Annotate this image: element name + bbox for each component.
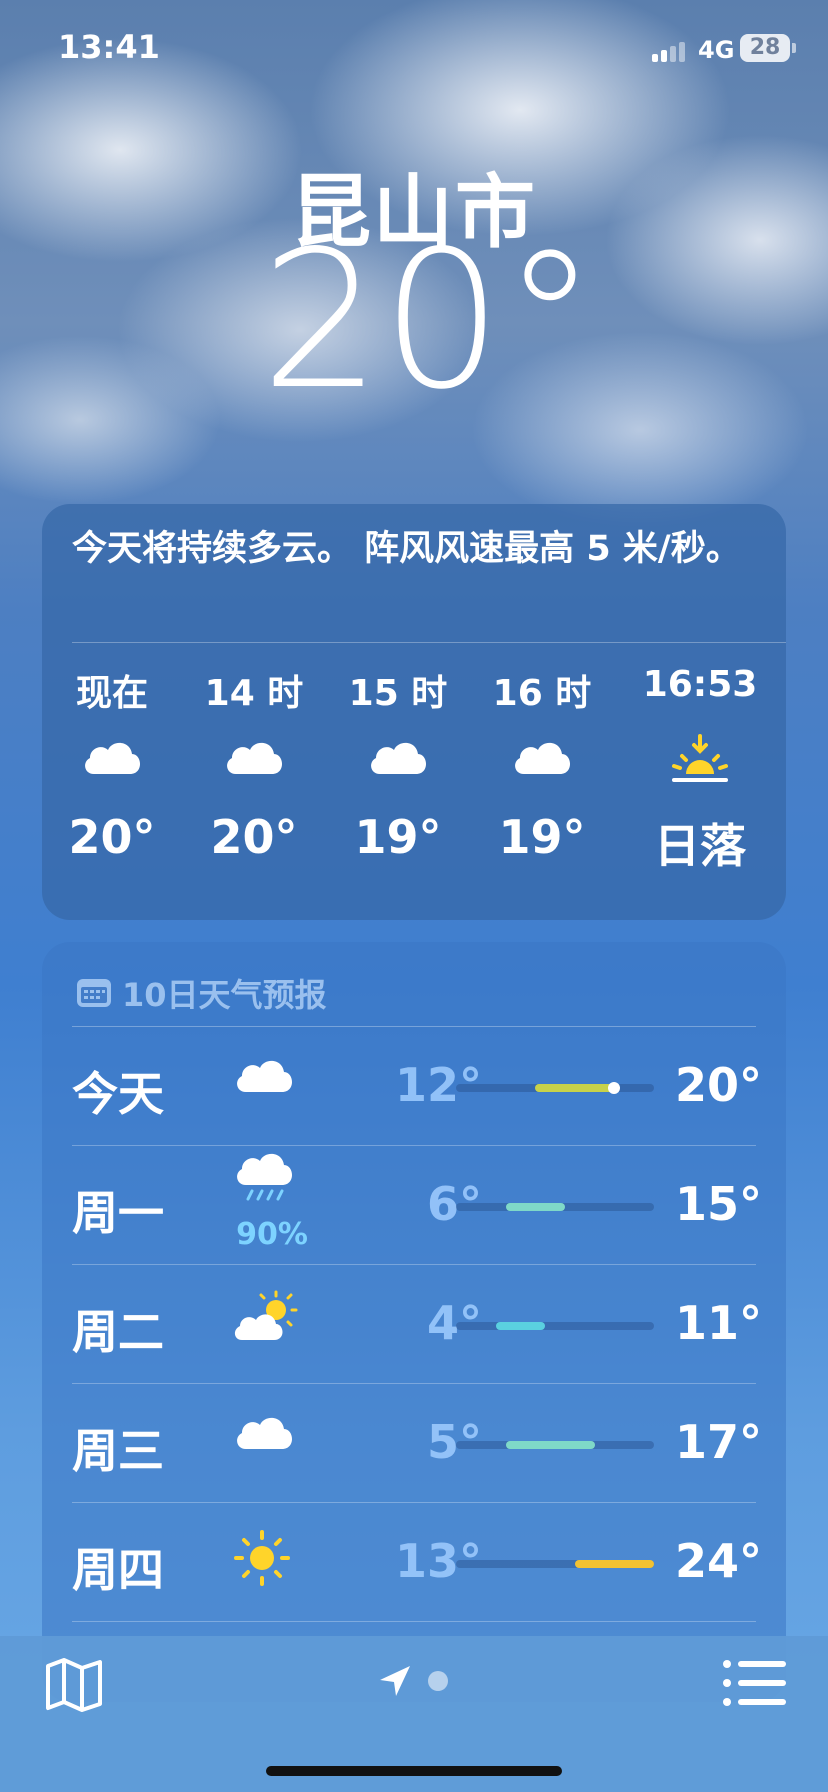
current-temperature: 20°: [260, 210, 598, 431]
cloud-icon: [328, 734, 468, 798]
cloud-icon: [42, 734, 182, 798]
precipitation-chance: 90%: [236, 1217, 308, 1252]
ten-day-forecast-card[interactable]: 10日天气预报 今天 12° 20° 周一 90% 6° 15° 周二 4° 11° 周三 5° 17°…: [42, 942, 786, 1702]
high-temperature: 15°: [674, 1177, 762, 1231]
network-type: 4G: [698, 36, 735, 64]
temperature-range-fill: [574, 1560, 654, 1568]
cellular-signal-icon: [652, 40, 690, 62]
temperature-range-fill: [505, 1203, 565, 1211]
day-name: 周一: [72, 1186, 164, 1240]
day-row[interactable]: 周一 90% 6° 15°: [42, 1147, 786, 1265]
current-temp-dot: [608, 1082, 621, 1094]
hour-label: 现在: [75, 673, 148, 714]
hour-label: 16:53: [642, 664, 758, 705]
sunset-icon: [630, 734, 770, 798]
card-divider: [72, 1026, 756, 1027]
temperature-range-fill: [505, 1441, 595, 1449]
temperature-range-bar: [456, 1560, 654, 1568]
battery-icon: 28: [740, 34, 790, 62]
status-bar: 13:41 4G 28: [0, 0, 828, 100]
hourly-item: 现在 20°: [42, 664, 182, 864]
cloud-icon: [232, 1052, 312, 1122]
hour-label: 14 时: [204, 673, 304, 714]
hour-temperature: 20°: [210, 810, 298, 864]
hour-temperature: 19°: [354, 810, 442, 864]
hourly-item: 15 时 19°: [328, 664, 468, 864]
temperature-range-bar: [456, 1082, 654, 1094]
hour-temperature: 19°: [498, 810, 586, 864]
day-name: 周四: [72, 1543, 164, 1597]
weather-summary: 今天将持续多云。 阵风风速最高 5 米/秒。: [72, 529, 741, 569]
sun-icon: [232, 1528, 312, 1598]
hourly-item: 16:53 日落: [630, 664, 770, 876]
temperature-range-fill: [535, 1084, 615, 1092]
rain-icon: [232, 1153, 312, 1223]
hour-temperature: 20°: [68, 810, 156, 864]
row-divider: [72, 1502, 756, 1503]
high-temperature: 17°: [674, 1415, 762, 1469]
hour-label: 16 时: [492, 673, 592, 714]
hour-temperature: 日落: [654, 819, 746, 873]
day-row[interactable]: 周四 13° 24°: [42, 1504, 786, 1622]
temperature-range-bar: [456, 1322, 654, 1330]
list-icon[interactable]: [722, 1658, 788, 1708]
row-divider: [72, 1621, 756, 1622]
ten-day-title: 10日天气预报: [122, 976, 327, 1014]
day-name: 今天: [72, 1067, 164, 1121]
temperature-range-fill: [495, 1322, 546, 1330]
temperature-range-bar: [456, 1441, 654, 1449]
high-temperature: 20°: [674, 1058, 762, 1112]
card-divider: [72, 642, 786, 643]
row-divider: [72, 1383, 756, 1384]
battery-tip: [792, 43, 796, 53]
map-icon[interactable]: [44, 1654, 104, 1714]
status-time: 13:41: [58, 28, 160, 66]
day-name: 周三: [72, 1424, 164, 1478]
hour-label: 15 时: [348, 673, 448, 714]
location-arrow-icon[interactable]: [378, 1664, 412, 1698]
row-divider: [72, 1264, 756, 1265]
calendar-icon: [76, 977, 112, 1017]
row-divider: [72, 1145, 756, 1146]
home-indicator[interactable]: [266, 1766, 562, 1776]
day-name: 周二: [72, 1305, 164, 1359]
ten-day-header: 10日天气预报: [76, 970, 327, 1017]
cloud-icon: [232, 1409, 312, 1479]
day-row[interactable]: 今天 12° 20°: [42, 1028, 786, 1146]
temperature-range-bar: [456, 1203, 654, 1211]
high-temperature: 24°: [674, 1534, 762, 1588]
cloud-icon: [472, 734, 612, 798]
partly-sunny-icon: [232, 1290, 312, 1360]
page-indicator-dot[interactable]: [428, 1671, 448, 1691]
day-row[interactable]: 周二 4° 11°: [42, 1266, 786, 1384]
cloud-icon: [184, 734, 324, 798]
high-temperature: 11°: [674, 1296, 762, 1350]
hourly-item: 14 时 20°: [184, 664, 324, 864]
day-row[interactable]: 周三 5° 17°: [42, 1385, 786, 1503]
hourly-item: 16 时 19°: [472, 664, 612, 864]
